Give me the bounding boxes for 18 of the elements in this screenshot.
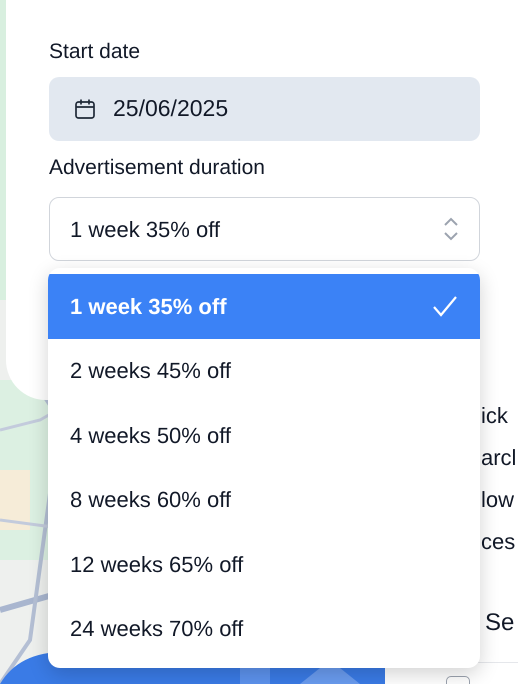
section-heading: Se — [485, 608, 514, 638]
chevron-up-down-icon — [443, 216, 459, 242]
field-label: Advertisement duration — [49, 154, 266, 180]
check-icon — [432, 295, 458, 318]
dropdown-option[interactable]: 1 week 35% off — [48, 274, 480, 338]
field-label: Start date — [49, 39, 142, 65]
date-field[interactable]: 25/06/2025 — [49, 76, 480, 140]
dropdown-option[interactable]: 8 weeks 60% off — [48, 468, 480, 532]
dropdown-option[interactable]: 24 weeks 70% off — [48, 596, 480, 661]
dropdown-option[interactable]: 12 weeks 65% off — [48, 532, 480, 596]
body-text: ces — [481, 531, 516, 553]
dropdown-option[interactable]: 4 weeks 50% off — [48, 403, 480, 468]
dropdown-option[interactable]: 2 weeks 45% off — [48, 338, 480, 403]
body-text: arcl — [481, 447, 516, 469]
calendar-icon — [73, 96, 97, 120]
body-text: low — [481, 489, 514, 511]
body-text: ick — [481, 405, 508, 427]
duration-select[interactable]: 1 week 35% off — [49, 197, 480, 261]
